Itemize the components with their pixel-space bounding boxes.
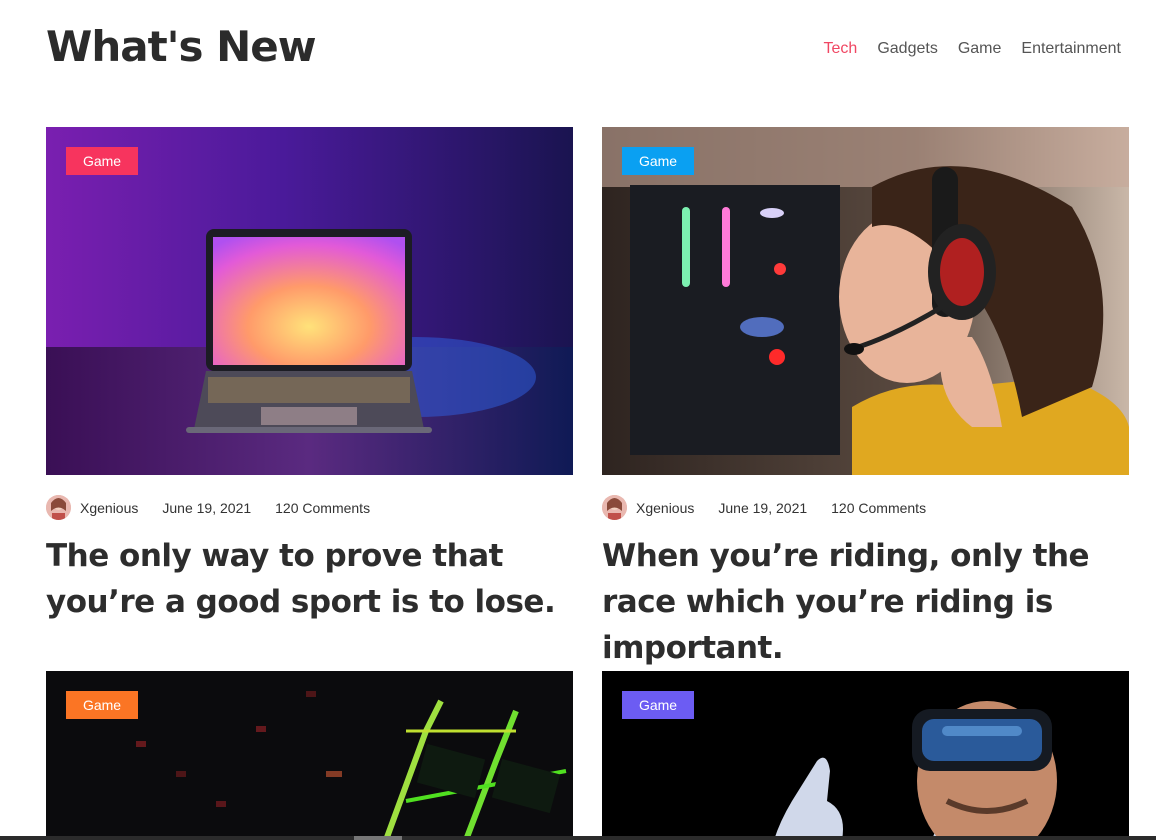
post-card: Game Xgenious June 19, 2021 120 Comments… bbox=[46, 127, 573, 620]
gamer-headset-image[interactable]: Game bbox=[602, 127, 1129, 475]
avatar bbox=[602, 495, 627, 520]
nav-tab-game[interactable]: Game bbox=[958, 40, 1002, 58]
avatar bbox=[46, 495, 71, 520]
horizontal-scrollbar[interactable] bbox=[0, 836, 1156, 840]
post-meta: Xgenious June 19, 2021 120 Comments bbox=[46, 495, 370, 520]
gamer-illustration bbox=[602, 127, 1129, 475]
header: What's New Tech Gadgets Game Entertainme… bbox=[46, 0, 1126, 100]
category-nav: Tech Gadgets Game Entertainment bbox=[824, 40, 1121, 58]
category-badge[interactable]: Game bbox=[66, 691, 138, 719]
author-name[interactable]: Xgenious bbox=[636, 500, 694, 516]
nav-tab-entertainment[interactable]: Entertainment bbox=[1021, 40, 1121, 58]
post-card: Game bbox=[46, 671, 573, 840]
post-meta: Xgenious June 19, 2021 120 Comments bbox=[602, 495, 926, 520]
category-badge[interactable]: Game bbox=[622, 691, 694, 719]
post-title[interactable]: The only way to prove that you’re a good… bbox=[46, 533, 586, 625]
comments-count[interactable]: 120 Comments bbox=[275, 500, 370, 516]
post-date: June 19, 2021 bbox=[162, 499, 252, 516]
category-badge[interactable]: Game bbox=[66, 147, 138, 175]
comments-count[interactable]: 120 Comments bbox=[831, 500, 926, 516]
post-card: Game bbox=[602, 671, 1129, 840]
post-card: Game Xgenious June 19, 2021 120 Comments… bbox=[602, 127, 1129, 666]
vr-headset-image[interactable]: Game bbox=[602, 671, 1129, 840]
scrollbar-thumb[interactable] bbox=[354, 836, 402, 840]
laptop-neon-image[interactable]: Game bbox=[46, 127, 573, 475]
post-date: June 19, 2021 bbox=[718, 499, 808, 516]
laptop-illustration bbox=[46, 127, 573, 475]
post-title[interactable]: When you’re riding, only the race which … bbox=[602, 533, 1142, 671]
category-badge[interactable]: Game bbox=[622, 147, 694, 175]
nav-tab-tech[interactable]: Tech bbox=[824, 40, 858, 58]
nav-tab-gadgets[interactable]: Gadgets bbox=[877, 40, 937, 58]
keyboard-rgb-image[interactable]: Game bbox=[46, 671, 573, 840]
page-title: What's New bbox=[46, 22, 317, 71]
author-name[interactable]: Xgenious bbox=[80, 500, 138, 516]
